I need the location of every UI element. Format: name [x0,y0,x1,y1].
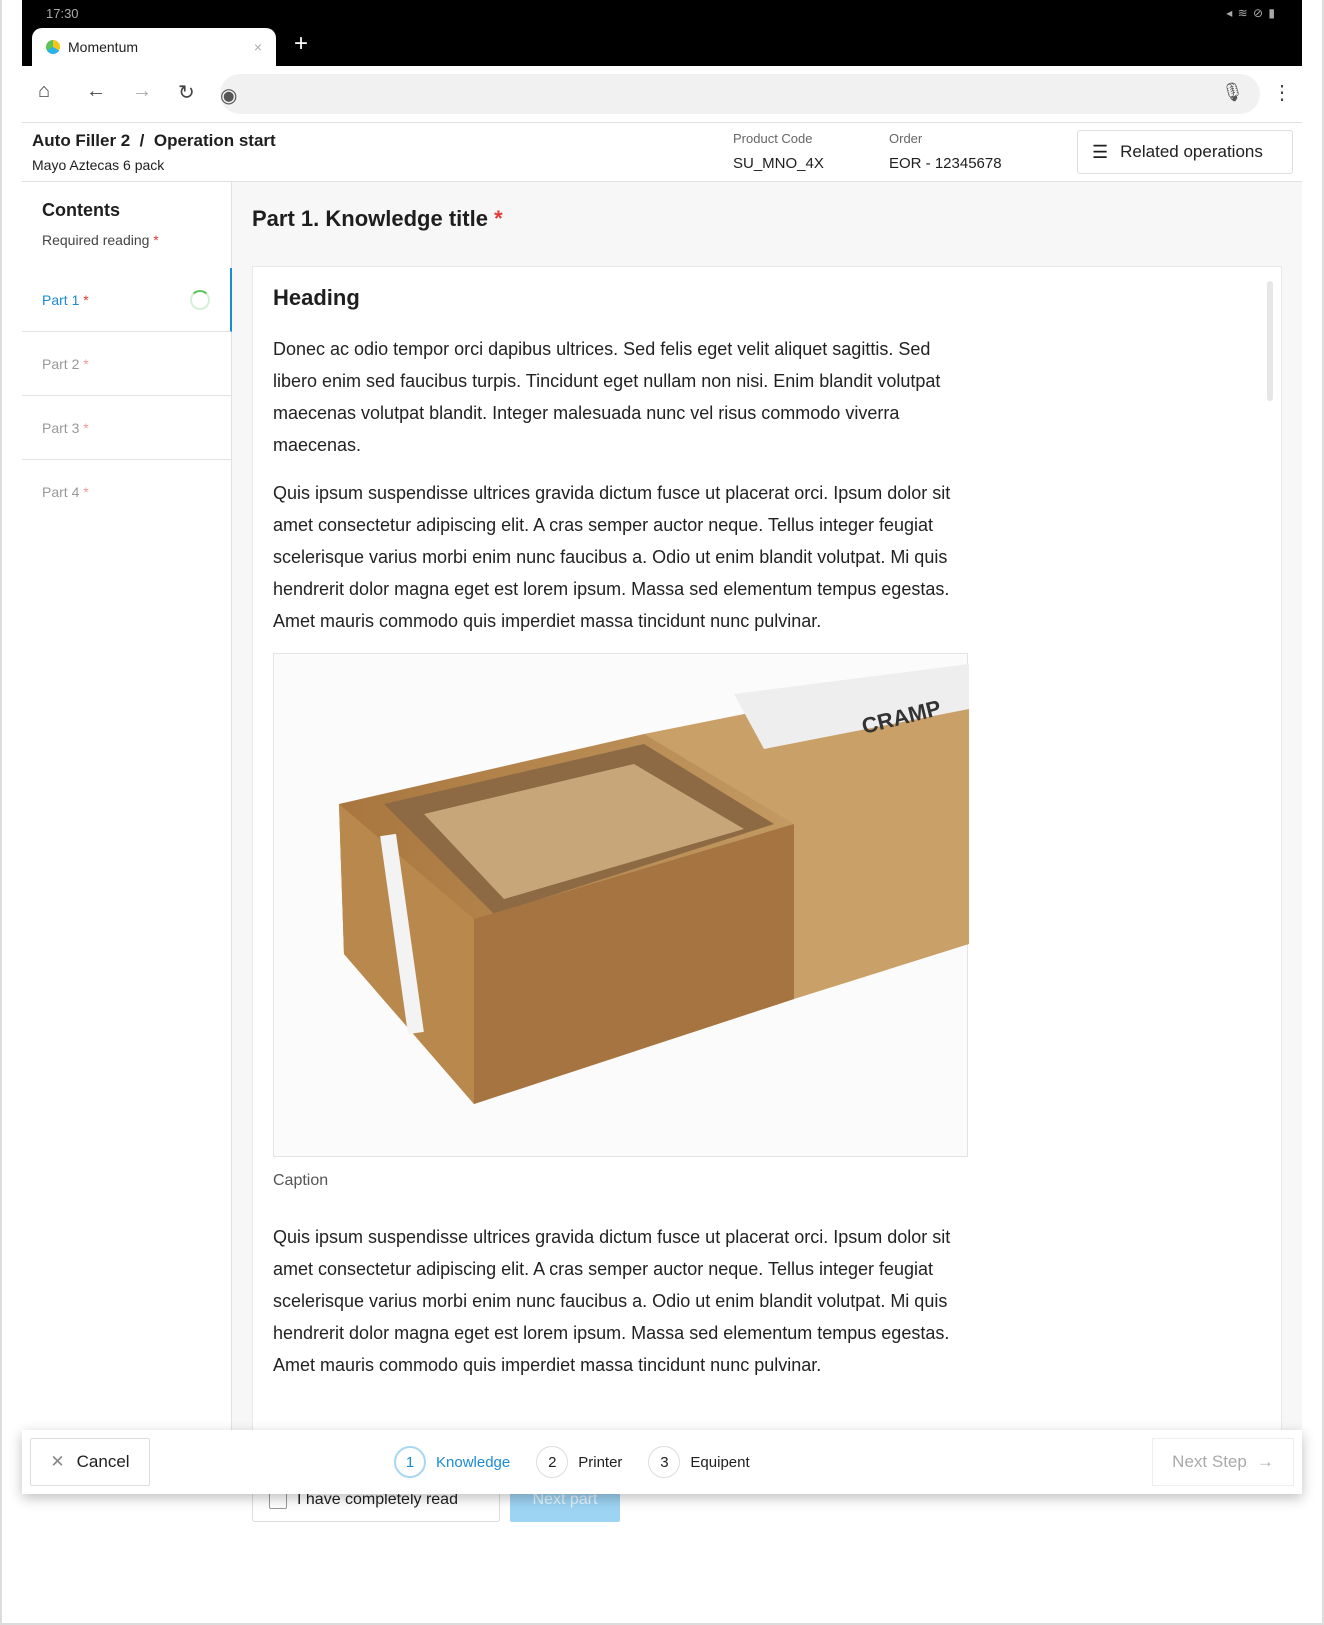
scrollbar[interactable] [1267,281,1273,401]
related-operations-label: Related operations [1120,142,1263,161]
order-label: Order [889,131,923,146]
forward-icon[interactable]: → [132,80,152,103]
stepper: 1 Knowledge 2 Printer 3 Equipent [394,1430,750,1494]
status-icons: ◂ ≋ ⊘ ▮ [1226,6,1276,20]
new-tab-button[interactable]: + [294,30,308,58]
product-code-value: SU_MNO_4X [733,155,824,172]
operation-header: Auto Filler 2 / Operation start Mayo Azt… [22,122,1302,182]
arrow-right-icon: → [1256,1452,1274,1471]
product-code-label: Product Code [733,131,813,146]
step-equipent[interactable]: 3 Equipent [648,1446,750,1478]
browser-toolbar: ⌂ ← → ↻ ◉ 🎙 ⋮ [22,66,1302,122]
home-icon[interactable]: ⌂ [38,80,50,103]
main-content: Part 1. Knowledge title * Heading Donec … [232,182,1302,1466]
step-label: Printer [578,1453,623,1471]
contents-sidebar: Contents Required reading * Part 1 * Par… [22,182,232,1430]
globe-icon: ◉ [220,85,238,107]
next-step-button[interactable]: Next Step → [1152,1438,1294,1486]
contents-title: Contents [42,200,120,220]
sidebar-item-part-4[interactable]: Part 4 * [22,460,232,524]
related-operations-button[interactable]: ☰ Related operations [1077,130,1293,174]
knowledge-card: Heading Donec ac odio tempor orci dapibu… [252,266,1282,1466]
close-icon: ✕ [50,1452,65,1471]
required-star: * [153,232,159,248]
sidebar-item-part-1[interactable]: Part 1 * [22,268,232,332]
order-value: EOR - 12345678 [889,155,1002,172]
cancel-label: Cancel [76,1452,130,1471]
list-icon: ☰ [1092,141,1109,162]
sidebar-item-part-3[interactable]: Part 3 * [22,396,232,460]
item-label: Part 3 [42,419,80,436]
next-step-label: Next Step [1172,1452,1247,1471]
image-caption: Caption [273,1172,329,1189]
section-heading: Heading [273,285,360,310]
step-label: Equipent [690,1453,750,1471]
page-title: Part 1. Knowledge title * [252,206,503,232]
item-label: Part 2 [42,355,80,372]
product-name: Mayo Aztecas 6 pack [32,157,165,173]
product-box-image: CRAMP [273,653,969,1157]
step-number: 2 [536,1446,569,1478]
step-label: Knowledge [436,1453,511,1471]
paragraph: Donec ac odio tempor orci dapibus ultric… [273,339,941,455]
required-reading: Required reading * [42,232,159,248]
step-printer[interactable]: 2 Printer [536,1446,622,1478]
step-knowledge[interactable]: 1 Knowledge [394,1446,510,1478]
paragraph: Quis ipsum suspendisse ultrices gravida … [273,483,951,631]
required-star: * [83,484,89,500]
required-star: * [494,206,503,231]
required-star: * [83,355,89,372]
tab-title: Momentum [68,39,139,55]
page-title-text: Part 1. Knowledge title [252,206,488,231]
step-number: 3 [648,1446,681,1478]
paragraph: Quis ipsum suspendisse ultrices gravida … [273,1227,951,1375]
bottom-action-bar: ✕ Cancel 1 Knowledge 2 Printer 3 Equipent N… [22,1430,1302,1494]
item-label: Part 1 [42,291,80,308]
loading-spinner-icon [190,289,210,310]
step-number: 1 [394,1446,426,1478]
required-reading-label: Required reading [42,232,150,248]
breadcrumb: Auto Filler 2 / Operation start [32,131,276,150]
required-star: * [83,419,89,436]
momentum-logo-icon [46,40,60,54]
reload-icon[interactable]: ↻ [178,80,195,105]
microphone-icon[interactable]: 🎙 [1221,82,1244,103]
back-icon[interactable]: ← [86,80,106,103]
browser-tab[interactable]: Momentum × [32,28,276,66]
tab-close-icon[interactable]: × [254,39,262,55]
sidebar-item-part-2[interactable]: Part 2 * [22,332,232,396]
status-bar: 17:30 ◂ ≋ ⊘ ▮ Momentum × + [22,0,1302,66]
cancel-button[interactable]: ✕ Cancel [30,1438,150,1486]
status-time: 17:30 [46,6,79,21]
address-bar[interactable]: ◉ 🎙 [220,74,1260,114]
item-label: Part 4 [42,484,80,500]
menu-icon[interactable]: ⋮ [1272,80,1292,105]
required-star: * [83,291,89,308]
